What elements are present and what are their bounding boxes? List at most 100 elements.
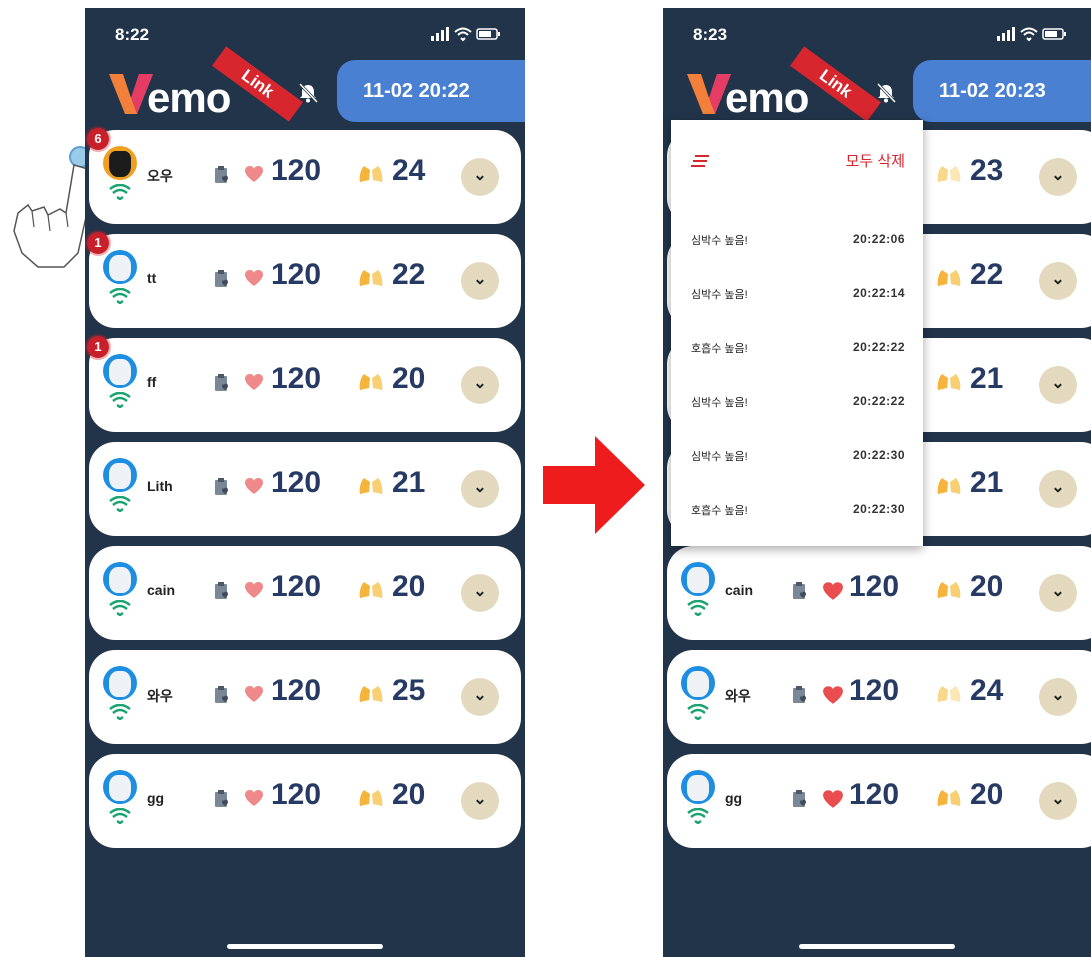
chevron-down-icon: ⌄ — [1051, 479, 1065, 496]
patient-card[interactable]: cain 120 20 ⌄ — [89, 546, 521, 640]
notification-time: 20:22:14 — [852, 286, 905, 300]
heart-icon — [823, 582, 843, 600]
lungs-icon — [359, 370, 383, 390]
patient-card[interactable]: Lith 120 21 ⌄ — [89, 442, 521, 536]
alert-badge[interactable]: 6 — [87, 128, 109, 150]
notification-label: 호흡수 높음! — [691, 505, 748, 517]
clipboard-heart-icon[interactable] — [213, 165, 231, 185]
expand-button[interactable]: ⌄ — [1039, 782, 1077, 820]
patient-card[interactable]: gg 120 20 ⌄ — [667, 754, 1091, 848]
phone-screen-before: 8:22 emo Link 11-02 20:22 6 오우 120 24 ⌄ … — [85, 8, 525, 957]
menu-icon[interactable] — [691, 154, 711, 168]
lungs-icon — [359, 578, 383, 598]
patient-name: cain — [725, 582, 754, 598]
delete-all-button[interactable]: 모두 삭제 — [846, 150, 905, 171]
expand-button[interactable]: ⌄ — [461, 262, 499, 300]
heart-icon — [823, 790, 843, 808]
clipboard-heart-icon[interactable] — [213, 581, 231, 601]
resp-rate-value: 24 — [970, 674, 1004, 707]
patient-card[interactable]: gg 120 20 ⌄ — [89, 754, 521, 848]
clipboard-heart-icon[interactable] — [213, 685, 231, 705]
lungs-icon — [937, 786, 961, 806]
clipboard-heart-icon[interactable] — [213, 269, 231, 289]
clipboard-heart-icon[interactable] — [213, 477, 231, 497]
resp-rate-value: 20 — [970, 570, 1004, 603]
resp-rate-value: 25 — [392, 674, 426, 707]
clipboard-heart-icon[interactable] — [791, 789, 809, 809]
alert-badge[interactable]: 1 — [87, 232, 109, 254]
arrow-right-icon — [543, 436, 645, 534]
chevron-down-icon: ⌄ — [473, 479, 487, 496]
notification-item[interactable]: 호흡수 높음! 20:22:22 — [671, 340, 923, 394]
lungs-icon — [359, 786, 383, 806]
lungs-icon — [937, 162, 961, 182]
expand-button[interactable]: ⌄ — [461, 782, 499, 820]
expand-button[interactable]: ⌄ — [461, 574, 499, 612]
notification-item[interactable]: 심박수 높음! 20:22:14 — [671, 286, 923, 340]
clipboard-heart-icon[interactable] — [213, 373, 231, 393]
chevron-down-icon: ⌄ — [473, 687, 487, 704]
resp-rate-value: 20 — [392, 570, 426, 603]
expand-button[interactable]: ⌄ — [1039, 574, 1077, 612]
chevron-down-icon: ⌄ — [473, 271, 487, 288]
notification-item[interactable]: 심박수 높음! 20:22:30 — [671, 448, 923, 502]
heart-icon — [245, 374, 263, 390]
notification-label: 호흡수 높음! — [691, 343, 748, 355]
clipboard-heart-icon[interactable] — [213, 789, 231, 809]
heart-icon — [245, 686, 263, 702]
notification-popup: 모두 삭제 심박수 높음! 20:22:06 심박수 높음! 20:22:14 … — [671, 120, 923, 546]
clipboard-heart-icon[interactable] — [791, 581, 809, 601]
expand-button[interactable]: ⌄ — [461, 470, 499, 508]
expand-button[interactable]: ⌄ — [1039, 366, 1077, 404]
expand-button[interactable]: ⌄ — [1039, 158, 1077, 196]
notification-time: 20:22:06 — [852, 232, 905, 246]
notification-time: 20:22:22 — [852, 394, 905, 408]
notification-item[interactable]: 심박수 높음! 20:22:06 — [671, 232, 923, 286]
wifi-icon — [109, 808, 131, 824]
chevron-down-icon: ⌄ — [473, 167, 487, 184]
wifi-icon — [109, 496, 131, 512]
lungs-icon — [937, 474, 961, 494]
notification-time: 20:22:30 — [852, 502, 905, 516]
wifi-icon — [109, 392, 131, 408]
avatar — [103, 250, 137, 284]
resp-rate-value: 22 — [970, 258, 1004, 291]
expand-button[interactable]: ⌄ — [461, 678, 499, 716]
bell-muted-icon[interactable] — [875, 82, 897, 104]
heart-rate-value: 120 — [271, 674, 322, 707]
patient-name: gg — [725, 790, 743, 806]
bell-muted-icon[interactable] — [297, 82, 319, 104]
heart-rate-value: 120 — [271, 778, 322, 811]
expand-button[interactable]: ⌄ — [461, 158, 499, 196]
alert-badge[interactable]: 1 — [87, 336, 109, 358]
avatar — [681, 770, 715, 804]
status-icons — [431, 27, 500, 42]
notification-label: 심박수 높음! — [691, 289, 748, 301]
clipboard-heart-icon[interactable] — [791, 685, 809, 705]
patient-card[interactable]: 와우 120 24 ⌄ — [667, 650, 1091, 744]
expand-button[interactable]: ⌄ — [461, 366, 499, 404]
patient-card[interactable]: 6 오우 120 24 ⌄ — [87, 128, 521, 224]
expand-button[interactable]: ⌄ — [1039, 678, 1077, 716]
patient-card[interactable]: 와우 120 25 ⌄ — [89, 650, 521, 744]
chevron-down-icon: ⌄ — [1051, 687, 1065, 704]
notification-item[interactable]: 심박수 높음! 20:22:22 — [671, 394, 923, 448]
avatar — [103, 354, 137, 388]
expand-button[interactable]: ⌄ — [1039, 262, 1077, 300]
resp-rate-value: 24 — [392, 154, 426, 187]
heart-rate-value: 120 — [271, 154, 322, 187]
patient-card[interactable]: 1 tt 120 22 ⌄ — [87, 232, 521, 328]
patient-card[interactable]: cain 120 20 ⌄ — [667, 546, 1091, 640]
logo-text: emo — [725, 74, 809, 121]
heart-rate-value: 120 — [849, 778, 900, 811]
avatar — [103, 562, 137, 596]
patient-card[interactable]: 1 ff 120 20 ⌄ — [87, 336, 521, 432]
notification-label: 심박수 높음! — [691, 235, 748, 247]
lungs-icon — [937, 266, 961, 286]
notification-item[interactable]: 호흡수 높음! 20:22:30 — [671, 502, 923, 556]
home-indicator[interactable] — [227, 944, 383, 949]
avatar — [103, 666, 137, 700]
current-datetime: 11-02 20:23 — [913, 60, 1091, 122]
expand-button[interactable]: ⌄ — [1039, 470, 1077, 508]
home-indicator[interactable] — [799, 944, 955, 949]
